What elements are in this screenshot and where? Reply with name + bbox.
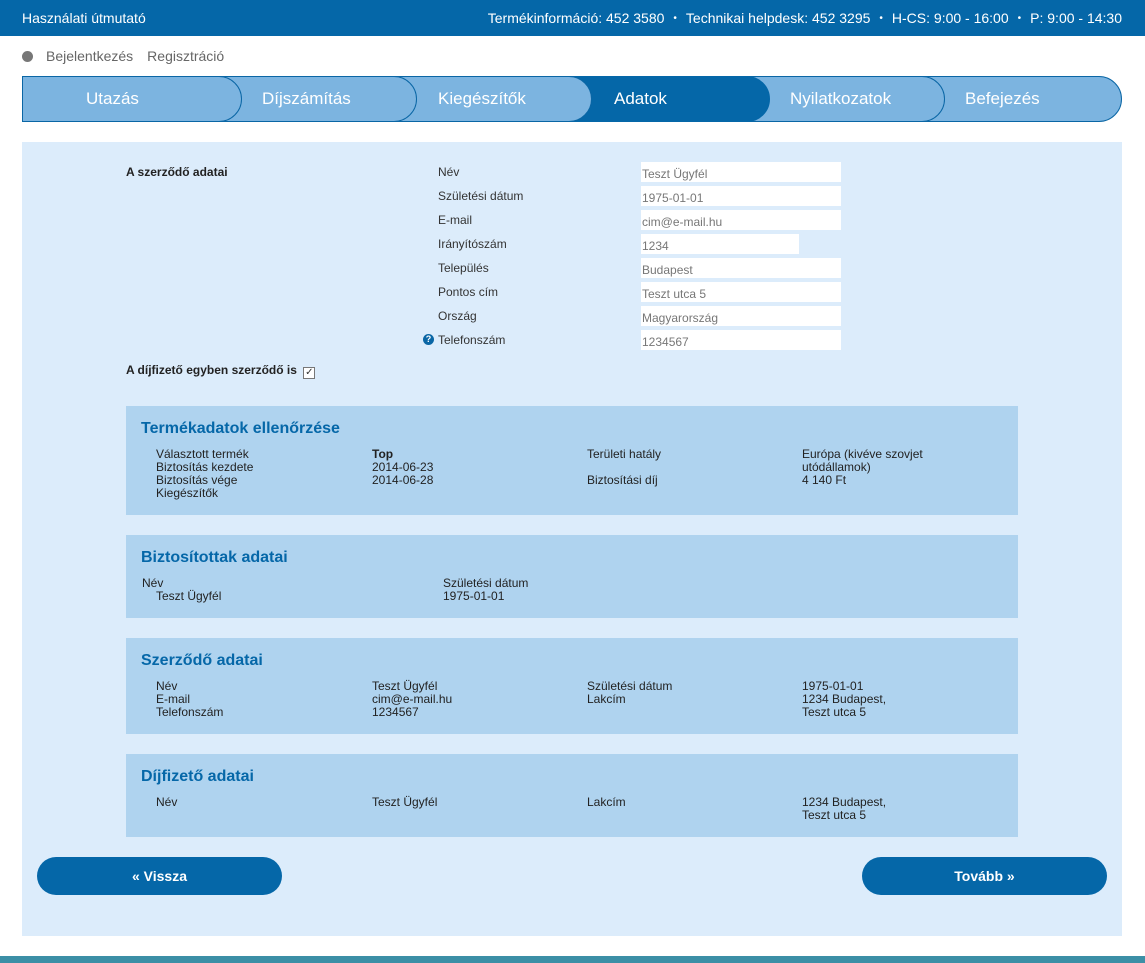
contractor-phone-value: 1234567: [372, 705, 419, 719]
fee-label: Biztosítási díj: [587, 473, 658, 487]
insured-box: Biztosítottak adatai Név Teszt Ügyfél Sz…: [126, 535, 1018, 618]
field-zip: Irányítószám: [22, 234, 1122, 254]
top-bar: Használati útmutató Termékinformáció: 45…: [0, 0, 1145, 36]
separator: •: [1017, 12, 1022, 24]
insured-name-value: Teszt Ügyfél: [156, 589, 222, 603]
step-label: Nyilatkozatok: [790, 89, 892, 108]
login-link[interactable]: Bejelentkezés: [46, 48, 133, 64]
phone-input[interactable]: [641, 330, 841, 350]
auth-links: Bejelentkezés Regisztráció: [22, 48, 238, 64]
field-birth: Születési dátum: [22, 186, 1122, 206]
step-label: Utazás: [86, 89, 139, 108]
scope-label: Területi hatály: [587, 447, 662, 461]
address-input[interactable]: [641, 282, 841, 302]
payer-title: Díjfizető adatai: [141, 768, 254, 785]
insured-title: Biztosítottak adatai: [141, 549, 288, 566]
step-kiegeszitok[interactable]: Kiegészítők: [392, 76, 592, 122]
contractor-box: Szerződő adatai Név E-mail Telefonszám T…: [126, 638, 1018, 734]
register-link[interactable]: Regisztráció: [147, 48, 224, 64]
insured-birth-value: 1975-01-01: [443, 589, 505, 603]
field-country: Ország: [22, 306, 1122, 326]
progress-steps: Utazás Díjszámítás Kiegészítők Adatok Ny…: [22, 76, 1122, 122]
field-label: Telefonszám: [438, 333, 506, 347]
back-button[interactable]: « Vissza: [37, 857, 282, 895]
content-area: A szerződő adatai Név Születési dátum E-…: [22, 142, 1122, 936]
contact-info: Termékinformáció: 452 3580 • Technikai h…: [488, 10, 1122, 26]
city-input[interactable]: [641, 258, 841, 278]
product-check-box: Termékadatok ellenőrzése Választott term…: [126, 406, 1018, 515]
contractor-address-line2: Teszt utca 5: [802, 705, 867, 719]
background-strip: [0, 956, 1145, 963]
next-button[interactable]: Tovább »: [862, 857, 1107, 895]
field-phone: ? Telefonszám: [22, 330, 1122, 350]
step-label: Díjszámítás: [262, 89, 351, 108]
separator: •: [673, 12, 677, 24]
payer-is-contractor-label: A díjfizető egyben szerződő is: [126, 363, 297, 377]
helpdesk-phone: Technikai helpdesk: 452 3295: [685, 10, 871, 26]
addons-label: Kiegészítők: [156, 486, 219, 500]
field-email: E-mail: [22, 210, 1122, 230]
hours-weekday: H-CS: 9:00 - 16:00: [891, 10, 1009, 26]
payer-box: Díjfizető adatai Név Teszt Ügyfél Lakcím…: [126, 754, 1018, 837]
birth-date-input[interactable]: [641, 186, 841, 206]
step-utazas[interactable]: Utazás: [22, 76, 242, 122]
step-befejezes[interactable]: Befejezés: [920, 76, 1122, 122]
field-label: Település: [438, 261, 489, 275]
payer-address-label: Lakcím: [587, 795, 626, 809]
step-label: Kiegészítők: [438, 89, 526, 108]
step-label: Befejezés: [965, 89, 1040, 108]
hours-friday: P: 9:00 - 14:30: [1030, 10, 1122, 26]
step-dijszamitas[interactable]: Díjszámítás: [217, 76, 417, 122]
step-adatok[interactable]: Adatok: [567, 76, 770, 122]
payer-is-contractor-checkbox[interactable]: ✓: [303, 367, 316, 379]
field-address: Pontos cím: [22, 282, 1122, 302]
field-label: Név: [438, 165, 460, 179]
fee-value: 4 140 Ft: [802, 473, 847, 487]
contractor-address-label: Lakcím: [587, 692, 626, 706]
name-input[interactable]: [641, 162, 841, 182]
status-dot-icon: [22, 50, 33, 62]
payer-address-line2: Teszt utca 5: [802, 808, 867, 822]
separator: •: [879, 12, 883, 24]
end-value: 2014-06-28: [372, 473, 434, 487]
help-icon[interactable]: ?: [423, 334, 434, 345]
field-label: Ország: [438, 309, 477, 323]
contractor-phone-label: Telefonszám: [156, 705, 224, 719]
field-city: Település: [22, 258, 1122, 278]
field-label: E-mail: [438, 213, 473, 227]
product-check-title: Termékadatok ellenőrzése: [141, 420, 340, 437]
payer-name-value: Teszt Ügyfél: [372, 795, 438, 809]
field-name: Név: [22, 162, 1122, 182]
step-label: Adatok: [614, 89, 667, 108]
step-nyilatkozatok[interactable]: Nyilatkozatok: [745, 76, 945, 122]
payer-name-label: Név: [156, 795, 178, 809]
contractor-title: Szerződő adatai: [141, 652, 263, 669]
payer-is-contractor: A díjfizető egyben szerződő is ✓: [126, 363, 316, 379]
field-label: Irányítószám: [438, 237, 507, 251]
zip-input[interactable]: [641, 234, 799, 254]
email-input[interactable]: [641, 210, 841, 230]
field-label: Pontos cím: [438, 285, 499, 299]
product-info-phone: Termékinformáció: 452 3580: [487, 10, 665, 26]
field-label: Születési dátum: [438, 189, 524, 203]
country-input[interactable]: [641, 306, 841, 326]
user-manual-link[interactable]: Használati útmutató: [22, 10, 146, 26]
